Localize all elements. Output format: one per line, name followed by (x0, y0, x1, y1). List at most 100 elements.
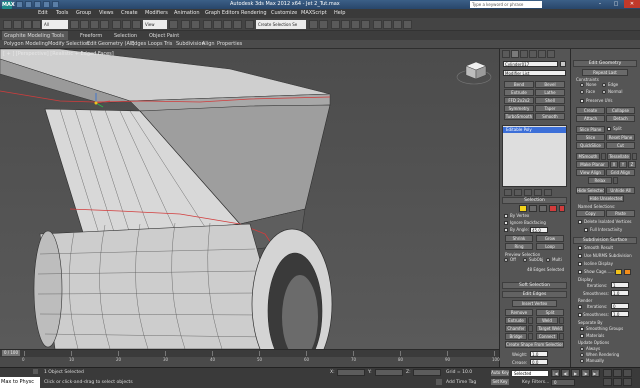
view-align-button[interactable]: View Align (576, 169, 605, 176)
collapse-button[interactable]: Collapse (606, 107, 635, 114)
snaps-toggle-icon[interactable] (203, 20, 212, 29)
ffd-button[interactable]: FFD 2x2x2 (504, 97, 534, 104)
split-checkbox[interactable] (607, 127, 611, 131)
quickslice-button[interactable]: QuickSlice (576, 142, 605, 149)
undo-toolbar-icon[interactable] (3, 20, 12, 29)
panel-modify-selection[interactable]: Modify Selection (48, 41, 89, 47)
panel-tris[interactable]: Tris (164, 41, 172, 47)
edit-named-selection-icon[interactable] (245, 20, 254, 29)
bridge-settings-icon[interactable] (528, 333, 533, 340)
panel-loops[interactable]: Loops (148, 41, 163, 47)
viewport-label[interactable]: [ + ] [Perspective] [Realistic + Edged F… (3, 51, 114, 57)
edit-edges-rollout-header[interactable]: Edit Edges (502, 291, 567, 298)
smoothness-field[interactable]: 1.0 (611, 290, 629, 296)
cut-button[interactable]: Cut (606, 142, 635, 149)
play-icon[interactable]: ▶ (571, 369, 580, 377)
render-production-icon[interactable] (403, 20, 412, 29)
select-manipulate-icon[interactable] (181, 20, 190, 29)
go-to-start-icon[interactable]: |◀ (551, 369, 560, 377)
current-frame-field[interactable]: 0 (551, 379, 575, 386)
new-file-icon[interactable] (16, 1, 23, 8)
previous-frame-icon[interactable]: ◀| (561, 369, 570, 377)
add-time-tag-text[interactable]: Add Time Tag (446, 380, 476, 385)
constraint-face-radio[interactable] (580, 90, 584, 94)
create-button[interactable]: Create (576, 107, 605, 114)
taper-button[interactable]: Taper (535, 105, 565, 112)
schematic-view-icon[interactable] (361, 20, 370, 29)
planar-x-button[interactable]: X (610, 161, 618, 168)
pivot-center-icon[interactable] (169, 20, 178, 29)
relax-button[interactable]: Relax (588, 177, 612, 184)
app-logo-icon[interactable]: MAX (2, 1, 15, 9)
remove-modifier-icon[interactable] (534, 189, 542, 196)
planar-y-button[interactable]: Y (619, 161, 627, 168)
curve-editor-icon[interactable] (351, 20, 360, 29)
menu-modifiers[interactable]: Modifiers (145, 10, 168, 16)
constraint-edge-radio[interactable] (602, 83, 606, 87)
border-level-icon[interactable] (539, 205, 547, 212)
render-iterations-field[interactable]: 0 (611, 303, 629, 309)
menu-views[interactable]: Views (99, 10, 113, 16)
update-manually-radio[interactable] (580, 359, 584, 363)
delete-isolated-checkbox[interactable] (578, 220, 582, 224)
smoothing-groups-checkbox[interactable] (580, 327, 584, 331)
lathe-button[interactable]: Lathe (535, 89, 565, 96)
crease-field[interactable]: 0.0 (530, 359, 548, 365)
maxscript-listener[interactable]: Max to Physc (0, 377, 40, 388)
smooth-result-checkbox[interactable] (578, 246, 582, 250)
remove-button[interactable]: Remove (505, 309, 533, 316)
unlink-icon[interactable] (32, 20, 41, 29)
turbosmooth-button[interactable]: TurboSmooth (504, 113, 534, 120)
render-setup-icon[interactable] (383, 20, 392, 29)
panel-polygon-modeling[interactable]: Polygon Modeling (4, 41, 48, 47)
modifier-list-dropdown[interactable]: Modifier List (503, 70, 566, 76)
layer-manager-icon[interactable] (331, 20, 340, 29)
by-angle-checkbox[interactable] (504, 228, 508, 232)
preview-subobj-radio[interactable] (523, 258, 527, 262)
shrink-button[interactable]: Shrink (505, 235, 533, 242)
selection-rollout-header[interactable]: Selection (502, 197, 567, 204)
pin-stack-icon[interactable] (504, 189, 512, 196)
zoom-extents-icon[interactable] (623, 369, 632, 377)
target-weld-button[interactable]: Target Weld (536, 325, 564, 332)
tab-freeform[interactable]: Freeform (80, 33, 102, 39)
panel-align[interactable]: Align (202, 41, 215, 47)
menu-group[interactable]: Group (76, 10, 91, 16)
panel-geometry-all[interactable]: Geometry (All) (98, 41, 135, 47)
timeline-track[interactable] (0, 349, 499, 357)
detach-button[interactable]: Detach (606, 115, 635, 122)
create-tab-icon[interactable] (502, 50, 510, 58)
perspective-viewport[interactable] (0, 49, 499, 349)
element-level-icon[interactable] (559, 205, 565, 212)
open-file-icon[interactable] (25, 1, 32, 8)
bridge-button[interactable]: Bridge (505, 333, 527, 340)
tab-object-paint[interactable]: Object Paint (149, 33, 179, 39)
bevel-button[interactable]: Bevel (535, 81, 565, 88)
tab-selection[interactable]: Selection (114, 33, 137, 39)
configure-modifier-sets-icon[interactable] (544, 189, 552, 196)
preview-multi-radio[interactable] (546, 258, 550, 262)
align-icon[interactable] (319, 20, 328, 29)
next-frame-icon[interactable]: |▶ (581, 369, 590, 377)
subdivision-surface-rollout-header[interactable]: Subdivision Surface (573, 237, 637, 244)
modify-tab-icon[interactable] (511, 50, 519, 58)
make-planar-button[interactable]: Make Planar (576, 161, 609, 168)
msmooth-settings-icon[interactable] (601, 153, 606, 160)
edit-geometry-rollout-header[interactable]: Edit Geometry (573, 60, 637, 67)
use-nurms-checkbox[interactable] (578, 254, 582, 258)
hide-selected-button[interactable]: Hide Selected (576, 187, 605, 194)
update-when-rendering-radio[interactable] (580, 353, 584, 357)
slice-button[interactable]: Slice (576, 134, 605, 141)
motion-tab-icon[interactable] (529, 50, 537, 58)
relax-settings-icon[interactable] (613, 177, 618, 184)
chamfer-button[interactable]: Chamfer (505, 325, 527, 332)
reset-plane-button[interactable]: Reset Plane (606, 134, 635, 141)
paste-button[interactable]: Paste (606, 210, 635, 217)
link-icon[interactable] (23, 20, 32, 29)
redo-icon[interactable] (52, 1, 59, 8)
soft-selection-rollout-header[interactable]: Soft Selection (502, 282, 567, 289)
connect-button[interactable]: Connect (536, 333, 558, 340)
menu-edit[interactable]: Edit (38, 10, 48, 16)
constraint-normal-radio[interactable] (602, 90, 606, 94)
panel-edges[interactable]: Edges (131, 41, 146, 47)
